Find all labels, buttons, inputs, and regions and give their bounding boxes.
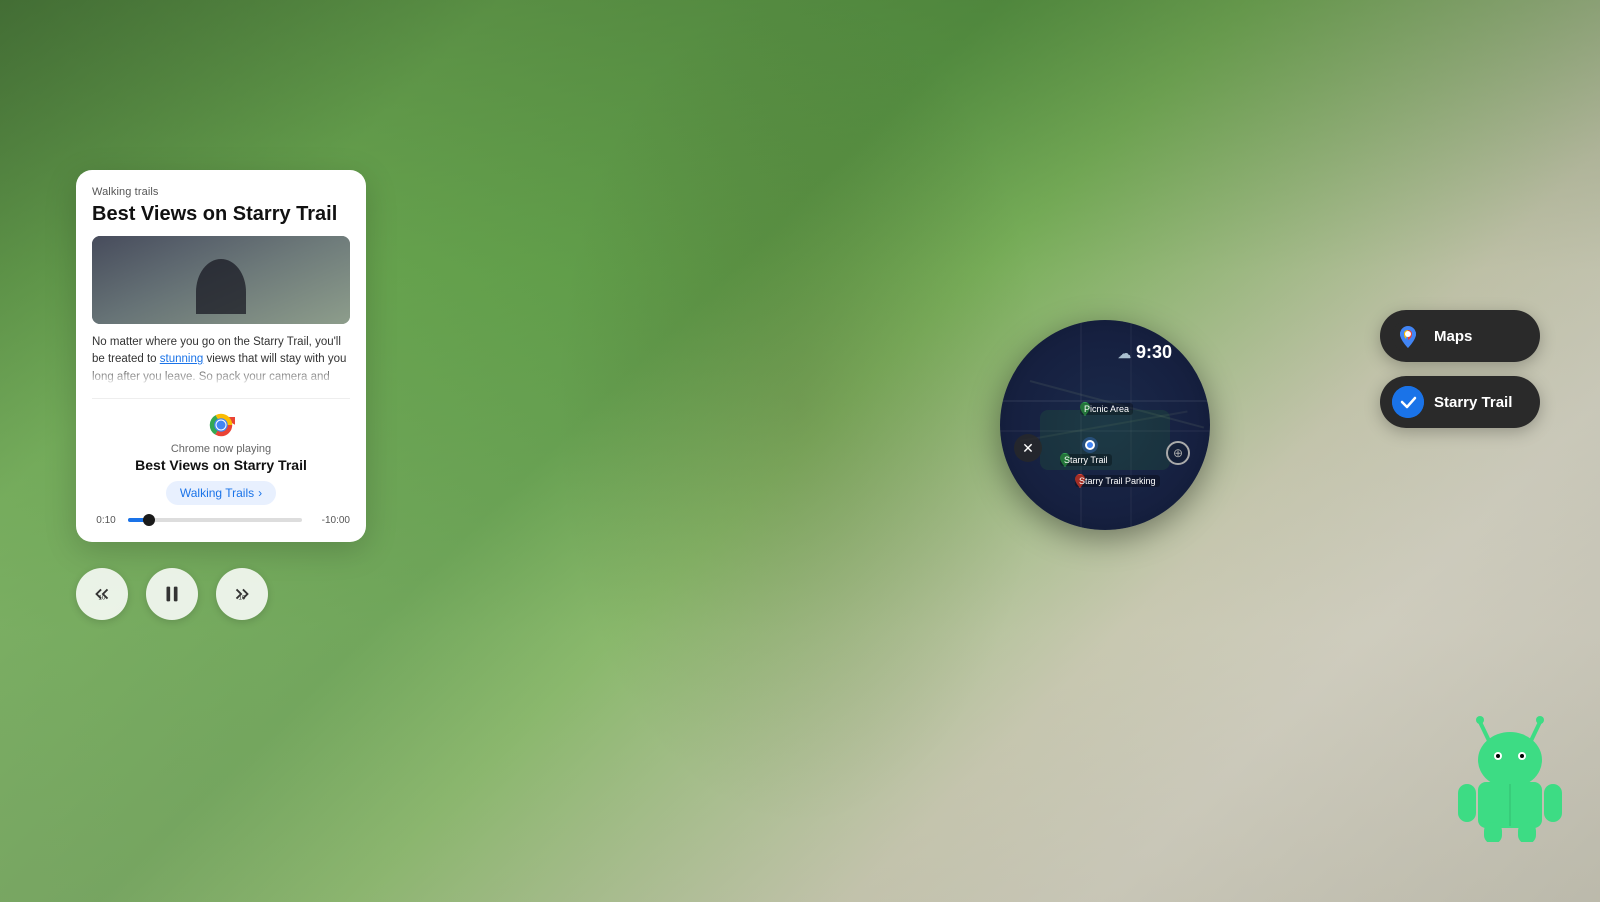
progress-bar-container: 0:10 -10:00 xyxy=(92,515,350,526)
progress-bar-track[interactable] xyxy=(128,518,302,522)
android-mascot xyxy=(1450,702,1570,842)
chrome-now-playing-label: Chrome now playing xyxy=(92,443,350,455)
check-icon xyxy=(1392,386,1424,418)
pause-button[interactable] xyxy=(146,568,198,620)
map-time: ☁ 9:30 xyxy=(1118,342,1172,363)
rewind-button[interactable]: 10 xyxy=(76,568,128,620)
article-image xyxy=(92,236,350,324)
picnic-area-label: Picnic Area xyxy=(1080,403,1133,415)
progress-thumb xyxy=(143,514,155,526)
article-category: Walking trails xyxy=(92,186,350,198)
map-pin-parking: Starry Trail Parking xyxy=(1075,474,1085,488)
maps-pill-button[interactable]: Maps xyxy=(1380,310,1540,362)
starry-trail-pill-label: Starry Trail xyxy=(1434,394,1512,411)
map-crosshair-button[interactable]: ⊕ xyxy=(1166,441,1190,465)
map-pin-user xyxy=(1085,440,1095,450)
article-card: Walking trails Best Views on Starry Trai… xyxy=(76,170,366,542)
svg-text:10: 10 xyxy=(98,595,106,602)
playback-controls: 10 10 xyxy=(76,568,268,620)
maps-pill-label: Maps xyxy=(1434,328,1472,345)
walking-trails-button[interactable]: Walking Trails › xyxy=(166,481,276,505)
parking-label: Starry Trail Parking xyxy=(1075,475,1160,487)
forward-button[interactable]: 10 xyxy=(216,568,268,620)
starry-trail-pill-button[interactable]: Starry Trail xyxy=(1380,376,1540,428)
article-title: Best Views on Starry Trail xyxy=(92,202,350,226)
map-pin-picnic: Picnic Area xyxy=(1080,402,1090,416)
weather-icon: ☁ xyxy=(1118,346,1131,361)
media-title: Best Views on Starry Trail xyxy=(92,457,350,473)
pill-container: Maps Starry Trail xyxy=(1380,310,1540,428)
svg-text:10: 10 xyxy=(238,595,246,602)
time-start: 0:10 xyxy=(92,515,120,526)
time-end: -10:00 xyxy=(310,515,350,526)
starry-trail-label: Starry Trail xyxy=(1060,454,1112,466)
chrome-icon xyxy=(207,411,235,439)
article-body: No matter where you go on the Starry Tra… xyxy=(92,334,350,386)
media-section: Chrome now playing Best Views on Starry … xyxy=(92,398,350,526)
walking-trails-label: Walking Trails xyxy=(180,486,254,500)
underline-word: stunning xyxy=(160,353,203,365)
map-pin-starry-trail: Starry Trail xyxy=(1060,453,1070,467)
map-watch: ☁ 9:30 Picnic Area Starry Trail Starry T… xyxy=(1000,320,1210,530)
chevron-right-icon: › xyxy=(258,486,262,500)
maps-icon xyxy=(1392,320,1424,352)
map-close-button[interactable]: ✕ xyxy=(1014,434,1042,462)
